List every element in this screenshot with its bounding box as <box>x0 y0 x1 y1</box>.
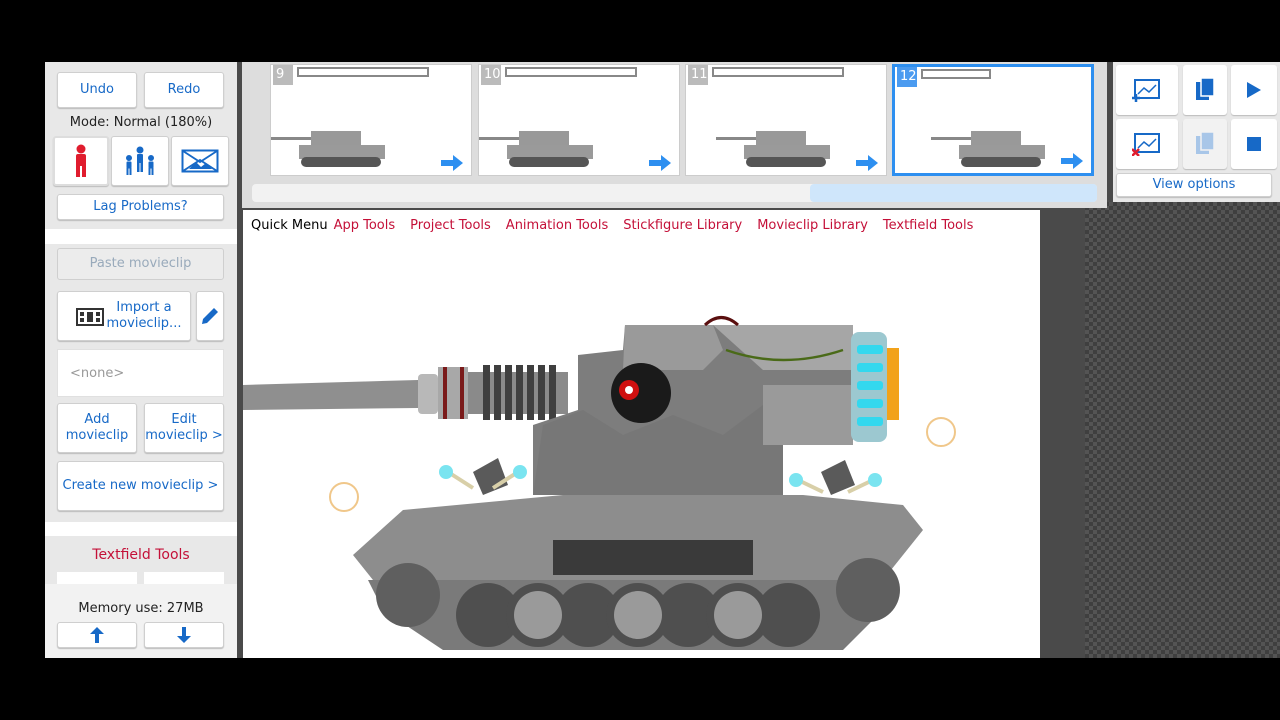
group-figure-mode-button[interactable] <box>111 136 169 186</box>
frame-number: 12 <box>897 67 917 87</box>
frame-number: 10 <box>481 65 501 85</box>
stop-icon <box>1247 137 1261 151</box>
frame-thumbnail[interactable]: 9 <box>270 64 472 176</box>
view-options-button[interactable]: View options <box>1116 173 1272 197</box>
frame-progress-bar <box>921 69 991 79</box>
tank-thumbnail-icon <box>931 131 1045 167</box>
frame-number: 11 <box>688 65 708 85</box>
tank-thumbnail-icon <box>271 131 385 167</box>
mode-label: Mode: Normal (180%) <box>69 115 213 130</box>
stop-button[interactable] <box>1231 119 1277 169</box>
add-frame-button[interactable] <box>1116 65 1178 115</box>
scroll-up-button[interactable] <box>57 622 137 648</box>
arrow-right-icon <box>1061 153 1083 169</box>
arrow-right-icon <box>441 155 463 171</box>
delete-frame-button[interactable] <box>1116 119 1178 169</box>
tank-drawing <box>243 316 956 650</box>
edit-name-button[interactable] <box>196 291 224 341</box>
arrow-down-icon <box>177 627 191 643</box>
frame-progress-bar <box>505 67 637 77</box>
add-movieclip-button[interactable]: Add movieclip <box>57 403 137 453</box>
frame-thumbnail-selected[interactable]: 12 <box>892 64 1094 176</box>
figure-group-icon <box>126 146 154 175</box>
paste-frame-button[interactable] <box>1183 119 1227 169</box>
frame-thumbnail[interactable]: 11 <box>685 64 887 176</box>
frame-thumbnail[interactable]: 10 <box>478 64 680 176</box>
tank-thumbnail-icon <box>716 131 830 167</box>
play-icon <box>1247 82 1261 98</box>
undo-button[interactable]: Undo <box>57 72 137 108</box>
stickfigure-icon <box>76 144 86 177</box>
hidden-button-top[interactable] <box>57 572 137 584</box>
lag-problems-button[interactable]: Lag Problems? <box>57 194 224 220</box>
frame-progress-bar <box>297 67 429 77</box>
scroll-down-button[interactable] <box>144 622 224 648</box>
memory-usage-label: Memory use: 27MB <box>78 601 204 616</box>
background-mode-button[interactable] <box>171 136 229 186</box>
checker-background <box>1085 202 1280 658</box>
single-figure-mode-button[interactable] <box>53 136 109 186</box>
arrow-up-icon <box>90 627 104 643</box>
frame-timeline: 9 10 11 12 <box>242 62 1107 208</box>
delete-frame-icon <box>1132 133 1160 156</box>
paste-movieclip-button[interactable]: Paste movieclip <box>57 248 224 280</box>
clip-name-value: <none> <box>70 366 125 381</box>
image-frame-icon <box>181 149 219 173</box>
add-frame-icon <box>1132 79 1160 102</box>
frame-progress-bar <box>712 67 844 77</box>
arrow-right-icon <box>649 155 671 171</box>
copy-frame-button[interactable] <box>1183 65 1227 115</box>
import-movieclip-label: Import a movieclip... <box>106 300 182 331</box>
edit-movieclip-button[interactable]: Edit movieclip > <box>144 403 224 453</box>
timeline-scroll-thumb[interactable] <box>810 184 1097 202</box>
clip-name-field[interactable]: <none> <box>57 349 224 397</box>
timeline-scrollbar[interactable] <box>252 184 1097 202</box>
tank-thumbnail-icon <box>479 131 593 167</box>
right-panel: View options <box>1113 62 1280 202</box>
left-panel: Undo Redo Mode: Normal (180%) Lag Proble… <box>45 62 237 658</box>
create-movieclip-button[interactable]: Create new movieclip > <box>57 461 224 511</box>
play-button[interactable] <box>1231 65 1277 115</box>
copy-icon <box>1196 78 1215 100</box>
film-reel-icon <box>76 308 104 326</box>
app-window: Undo Redo Mode: Normal (180%) Lag Proble… <box>45 62 1280 658</box>
section-divider <box>45 229 237 244</box>
import-movieclip-button[interactable]: Import a movieclip... <box>57 291 191 341</box>
hidden-button-top[interactable] <box>144 572 224 584</box>
redo-button[interactable]: Redo <box>144 72 224 108</box>
textfield-tools-heading: Textfield Tools <box>92 547 190 563</box>
pencil-icon <box>202 308 218 324</box>
section-divider <box>45 522 237 536</box>
frame-number: 9 <box>273 65 293 85</box>
arrow-right-icon <box>856 155 878 171</box>
paste-icon <box>1196 132 1215 154</box>
canvas-stage[interactable]: Quick Menu App Tools Project Tools Anima… <box>243 210 1040 658</box>
